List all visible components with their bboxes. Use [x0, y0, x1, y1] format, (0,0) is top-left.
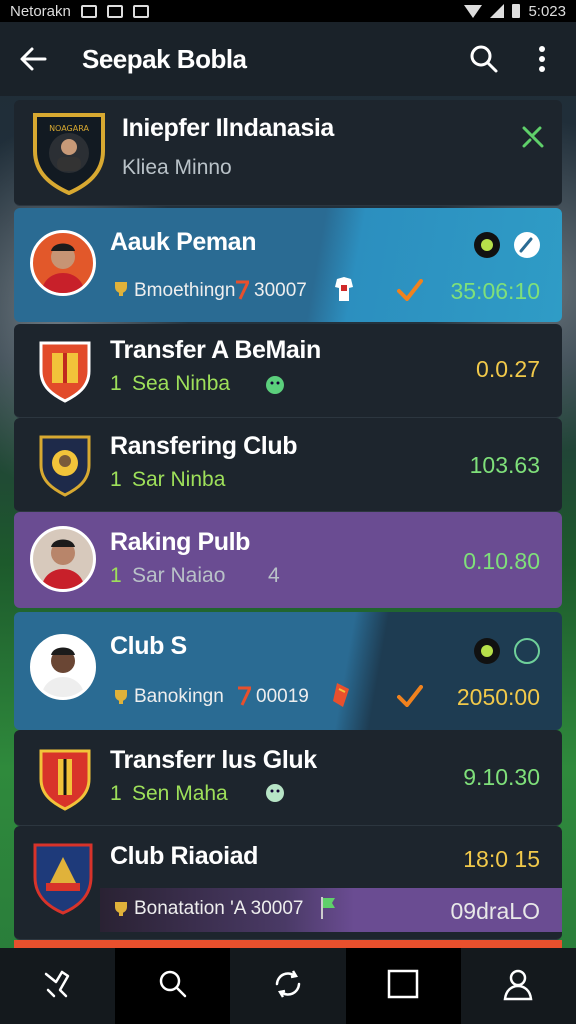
- arrow-left-icon[interactable]: [18, 44, 48, 74]
- trophy-icon: [110, 898, 132, 920]
- list-item[interactable]: Transferr lus Gluk 1 Sen Maha 9.10.30: [14, 730, 562, 826]
- signal-icon: [490, 4, 505, 18]
- nav-transfers[interactable]: [0, 948, 115, 1024]
- app-bar: Seepak Bobla: [0, 22, 576, 96]
- row-value: 2050:00: [456, 684, 540, 710]
- row-title: Club S: [110, 632, 187, 660]
- row-subtitle: Sar Naiao: [132, 564, 226, 587]
- list-item[interactable]: Raking Pulb 1 Sar Naiao 4 0.10.80: [14, 512, 562, 608]
- flag-icon: [318, 894, 340, 922]
- notification-icon: [80, 4, 97, 18]
- club-crest-icon: [34, 430, 96, 500]
- jersey-icon: [332, 274, 356, 304]
- wifi-icon: [464, 4, 483, 18]
- league-crest-icon: NOAGARA: [30, 108, 108, 196]
- player-avatar: [30, 230, 96, 296]
- player-avatar: [30, 634, 96, 700]
- nav-search[interactable]: [115, 948, 231, 1024]
- row-subtitle-prefix: 1: [110, 564, 122, 587]
- club-crest-icon: [34, 336, 96, 406]
- row-title: Transfer A BeMain: [110, 336, 321, 364]
- row-value: 9.10.30: [463, 764, 540, 790]
- league-title: Iniepfer Ilndanasia: [122, 114, 334, 142]
- page-title: Seepak Bobla: [82, 43, 247, 74]
- smiley-icon: [264, 782, 286, 804]
- nav-refresh[interactable]: [230, 948, 345, 1024]
- league-header-card[interactable]: NOAGARA Iniepfer Ilndanasia Kliea Minno: [14, 100, 562, 206]
- status-circle-icon: [512, 636, 542, 666]
- seven-badge-icon: [236, 686, 252, 706]
- list-item[interactable]: Ransfering Club 1 Sar Ninba 103.63: [14, 418, 562, 512]
- list-item[interactable]: Transfer A BeMain 1 Sea Ninba 0.0.27: [14, 324, 562, 418]
- nav-recent[interactable]: [345, 948, 461, 1024]
- row-subtitle-prefix: 1: [110, 468, 122, 491]
- row-subtitle: Sea Ninba: [132, 372, 231, 395]
- row-title: Ransfering Club: [110, 432, 298, 460]
- row-title: Aauk Peman: [110, 228, 257, 256]
- shoe-icon: [42, 968, 74, 1005]
- row-count: 4: [268, 564, 280, 587]
- bottom-navigation: [0, 948, 576, 1024]
- row-value: 0.10.80: [463, 548, 540, 574]
- photo-icon: [106, 4, 123, 18]
- edit-icon[interactable]: [512, 230, 542, 260]
- more-vert-icon[interactable]: [526, 43, 558, 75]
- row-subtitle: Bonatation 'A 30007: [134, 898, 304, 919]
- carrier-label: Netorakn: [10, 2, 71, 20]
- list-item[interactable]: Club S Banokingn 00019 2050:00: [14, 612, 562, 730]
- list-item[interactable]: Club Riaoiad 18:0 15 Bonatation 'A 30007…: [14, 826, 562, 940]
- status-bar: Netorakn 5:023: [0, 0, 576, 22]
- row-title: Transferr lus Gluk: [110, 746, 317, 774]
- boot-icon: [330, 680, 356, 710]
- svg-text:NOAGARA: NOAGARA: [49, 124, 89, 133]
- league-subtitle: Kliea Minno: [122, 156, 232, 179]
- transfer-list: NOAGARA Iniepfer Ilndanasia Kliea Minno …: [14, 100, 562, 948]
- row-value: 35:06:10: [450, 278, 540, 304]
- ball-status-icon: [472, 230, 502, 260]
- nav-profile[interactable]: [461, 948, 576, 1024]
- check-icon: [396, 684, 424, 708]
- trophy-icon: [110, 686, 132, 708]
- battery-icon: [512, 4, 521, 18]
- check-icon: [396, 278, 424, 302]
- clock: 5:023: [528, 2, 566, 20]
- row-subtitle: Banokingn: [134, 686, 224, 707]
- player-avatar: [30, 526, 96, 592]
- row-subtitle: Sen Maha: [132, 782, 228, 805]
- next-item-peek: [14, 940, 562, 948]
- search-icon[interactable]: [468, 43, 500, 75]
- row-value: 103.63: [469, 452, 540, 478]
- row-value-secondary: 09draLO: [450, 898, 540, 924]
- row-subtitle-prefix: 1: [110, 782, 122, 805]
- row-fee: 30007: [254, 280, 307, 301]
- row-value: 0.0.27: [476, 356, 540, 382]
- trophy-icon: [110, 278, 132, 300]
- club-crest-icon: [34, 744, 96, 814]
- search-icon: [158, 969, 188, 1004]
- row-title: Raking Pulb: [110, 528, 251, 556]
- ball-status-icon: [472, 636, 502, 666]
- row-title: Club Riaoiad: [110, 842, 258, 870]
- row-subtitle-prefix: 1: [110, 372, 122, 395]
- seven-badge-icon: [234, 280, 250, 300]
- square-icon: [387, 969, 419, 1004]
- whistle-icon[interactable]: [518, 122, 548, 152]
- refresh-icon: [271, 967, 305, 1006]
- download-icon: [132, 4, 149, 18]
- row-subtitle: Bmoethingn: [134, 280, 236, 301]
- row-subtitle: Sar Ninba: [132, 468, 226, 491]
- list-item[interactable]: Aauk Peman Bmoethingn 30007 35:06:10: [14, 208, 562, 322]
- profile-icon: [502, 967, 534, 1006]
- row-fee: 00019: [256, 686, 309, 707]
- smiley-icon: [264, 374, 286, 396]
- row-value: 18:0 15: [463, 846, 540, 872]
- club-crest-icon: [30, 838, 96, 918]
